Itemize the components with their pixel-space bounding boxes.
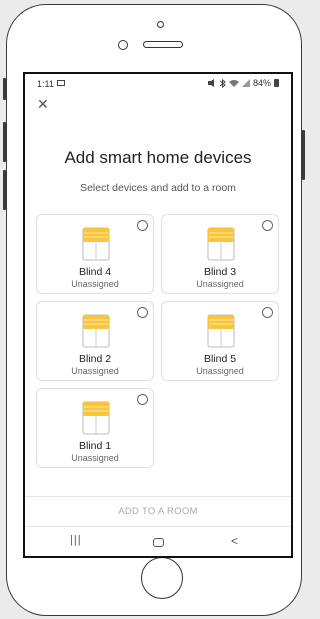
battery-icon [274, 79, 279, 87]
add-to-room-button[interactable]: ADD TO A ROOM [25, 506, 291, 517]
status-time: 1:11 [37, 79, 54, 89]
device-room: Unassigned [71, 453, 119, 463]
system-nav-bar: ||| < [25, 530, 291, 556]
device-name: Blind 2 [78, 353, 112, 365]
device-name: Blind 4 [78, 266, 112, 278]
select-radio[interactable] [137, 220, 148, 231]
blind-icon [207, 227, 235, 261]
device-name: Blind 5 [203, 353, 237, 365]
image-icon [57, 80, 65, 86]
front-camera [157, 21, 164, 28]
device-card-blind-4[interactable]: Blind 4 Unassigned [36, 214, 154, 294]
select-radio[interactable] [137, 394, 148, 405]
battery-percent: 84% [252, 78, 271, 88]
page-subtitle: Select devices and add to a room [80, 182, 236, 194]
mute-icon [207, 79, 214, 87]
wifi-icon [228, 80, 239, 87]
device-card-blind-2[interactable]: Blind 2 Unassigned [36, 301, 154, 381]
app-screen: 1:11 84% ✕ Add smart home devices Select… [23, 72, 293, 558]
blind-icon [82, 314, 110, 348]
device-room: Unassigned [71, 279, 119, 289]
device-room: Unassigned [71, 366, 119, 376]
close-icon[interactable]: ✕ [37, 96, 49, 113]
recent-apps-icon[interactable]: ||| [70, 534, 82, 546]
back-icon[interactable]: < [231, 534, 238, 548]
device-name: Blind 3 [203, 266, 237, 278]
phone-home-button[interactable] [141, 557, 183, 599]
blind-icon [207, 314, 235, 348]
signal-icon [241, 79, 250, 87]
footer-divider [25, 496, 291, 497]
device-name: Blind 1 [78, 440, 112, 452]
select-radio[interactable] [262, 220, 273, 231]
nav-divider [25, 526, 291, 527]
status-right-icons: 84% [207, 78, 279, 88]
device-card-blind-1[interactable]: Blind 1 Unassigned [36, 388, 154, 468]
device-room: Unassigned [196, 366, 244, 376]
bluetooth-icon [219, 78, 226, 88]
blind-icon [82, 227, 110, 261]
power-button [302, 130, 305, 180]
page-title: Add smart home devices [64, 148, 252, 167]
device-card-blind-3[interactable]: Blind 3 Unassigned [161, 214, 279, 294]
select-radio[interactable] [262, 307, 273, 318]
status-bar: 1:11 84% [25, 74, 291, 94]
device-room: Unassigned [196, 279, 244, 289]
camera-lens [118, 40, 128, 50]
home-icon[interactable] [153, 538, 164, 547]
device-card-blind-5[interactable]: Blind 5 Unassigned [161, 301, 279, 381]
blind-icon [82, 401, 110, 435]
earpiece-speaker [143, 41, 183, 48]
select-radio[interactable] [137, 307, 148, 318]
